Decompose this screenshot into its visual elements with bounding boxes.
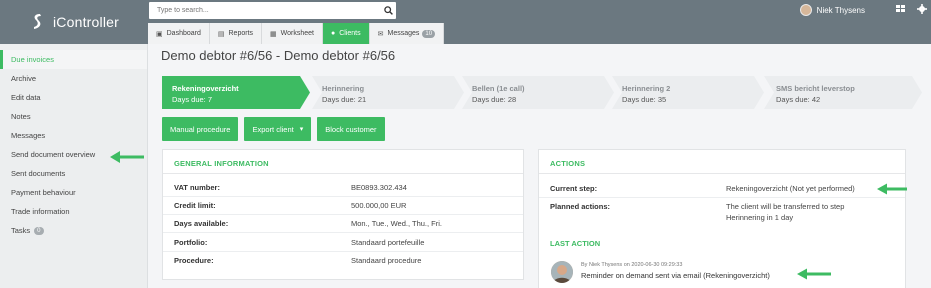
procedure-steps: Rekeningoverzicht Days due: 7 Herinnerin… [162, 76, 922, 109]
actions-panel: ACTIONS Current step: Rekeningoverzicht … [538, 149, 907, 288]
general-information-panel: GENERAL INFORMATION VAT number: BE0893.3… [162, 149, 524, 280]
tab-dashboard[interactable]: ▣ Dashboard [148, 23, 210, 44]
last-action-text: Reminder on demand sent via email (Reken… [581, 271, 770, 280]
current-step-value: Rekeningoverzicht (Not yet performed) [726, 184, 855, 193]
sidebar-item-edit-data[interactable]: Edit data [0, 88, 147, 107]
arrow-left-icon [797, 268, 831, 282]
avatar [551, 261, 573, 283]
manual-procedure-button[interactable]: Manual procedure [162, 117, 239, 141]
last-action-meta: By Niek Thysens on 2020-06-30 09:29:33 [581, 262, 683, 268]
chevron-down-icon: ▾ [299, 126, 304, 133]
step-2[interactable]: Herinnering Days due: 21 [312, 76, 464, 109]
avatar [799, 4, 812, 16]
tab-reports[interactable]: ▤ Reports [209, 23, 263, 44]
user-name: Niek Thysens [816, 5, 865, 15]
logo[interactable]: iController [0, 0, 148, 44]
tab-clients[interactable]: ● Clients [322, 23, 370, 44]
divider [163, 232, 523, 233]
sidebar-item-sent-documents[interactable]: Sent documents [0, 164, 147, 183]
reports-icon: ▤ [217, 30, 225, 38]
sidebar-item-archive[interactable]: Archive [0, 69, 147, 88]
divider [163, 251, 523, 252]
general-information-heading: GENERAL INFORMATION [163, 150, 523, 174]
step-4[interactable]: Herinnering 2 Days due: 35 [612, 76, 764, 109]
top-bar: iController Niek Thysens [0, 0, 931, 44]
last-action-heading: LAST ACTION [550, 239, 601, 248]
page-title: Demo debtor #6/56 - Demo debtor #6/56 [161, 48, 396, 63]
arrow-left-icon [877, 183, 907, 197]
search-box[interactable] [149, 2, 396, 19]
sidebar-item-messages[interactable]: Messages [0, 126, 147, 145]
sidebar-item-notes[interactable]: Notes [0, 107, 147, 126]
sidebar-item-trade-information[interactable]: Trade information [0, 202, 147, 221]
export-client-button[interactable]: Export client ▾ [244, 117, 312, 141]
step-5[interactable]: SMS bericht leverstop Days due: 42 [764, 76, 922, 109]
main-tabs: ▣ Dashboard ▤ Reports ▦ Worksheet ● Clients … [148, 23, 445, 44]
logo-icon [30, 13, 44, 31]
actions-heading: ACTIONS [539, 150, 905, 174]
tab-messages[interactable]: ✉ Messages 10 [369, 23, 445, 44]
dashboard-icon: ▣ [156, 30, 163, 38]
messages-icon: ✉ [377, 30, 384, 38]
search-input[interactable] [149, 2, 380, 19]
action-buttons: Manual procedure Export client ▾ Block cu… [162, 117, 385, 141]
app-name: iController [53, 14, 119, 30]
arrow-left-icon [110, 150, 144, 166]
gear-icon[interactable] [917, 4, 927, 14]
sidebar-item-due-invoices[interactable]: Due invoices [0, 50, 147, 69]
divider [163, 214, 523, 215]
tasks-count-badge: 0 [34, 226, 44, 235]
user-menu[interactable]: Niek Thysens [799, 3, 865, 17]
step-3[interactable]: Bellen (1e call) Days due: 28 [462, 76, 614, 109]
block-customer-button[interactable]: Block customer [317, 117, 385, 141]
messages-badge: 10 [422, 29, 436, 38]
search-icon[interactable] [380, 2, 396, 19]
divider [539, 197, 905, 198]
sidebar-item-tasks[interactable]: Tasks 0 [0, 221, 147, 240]
step-1[interactable]: Rekeningoverzicht Days due: 7 [162, 76, 310, 109]
sidebar-item-payment-behaviour[interactable]: Payment behaviour [0, 183, 147, 202]
grid-icon[interactable] [896, 4, 906, 14]
worksheet-icon: ▦ [270, 30, 277, 38]
clients-icon: ● [330, 30, 336, 37]
sidebar: Due invoices Archive Edit data Notes Mes… [0, 44, 148, 288]
tab-worksheet[interactable]: ▦ Worksheet [262, 23, 323, 44]
divider [163, 196, 523, 197]
